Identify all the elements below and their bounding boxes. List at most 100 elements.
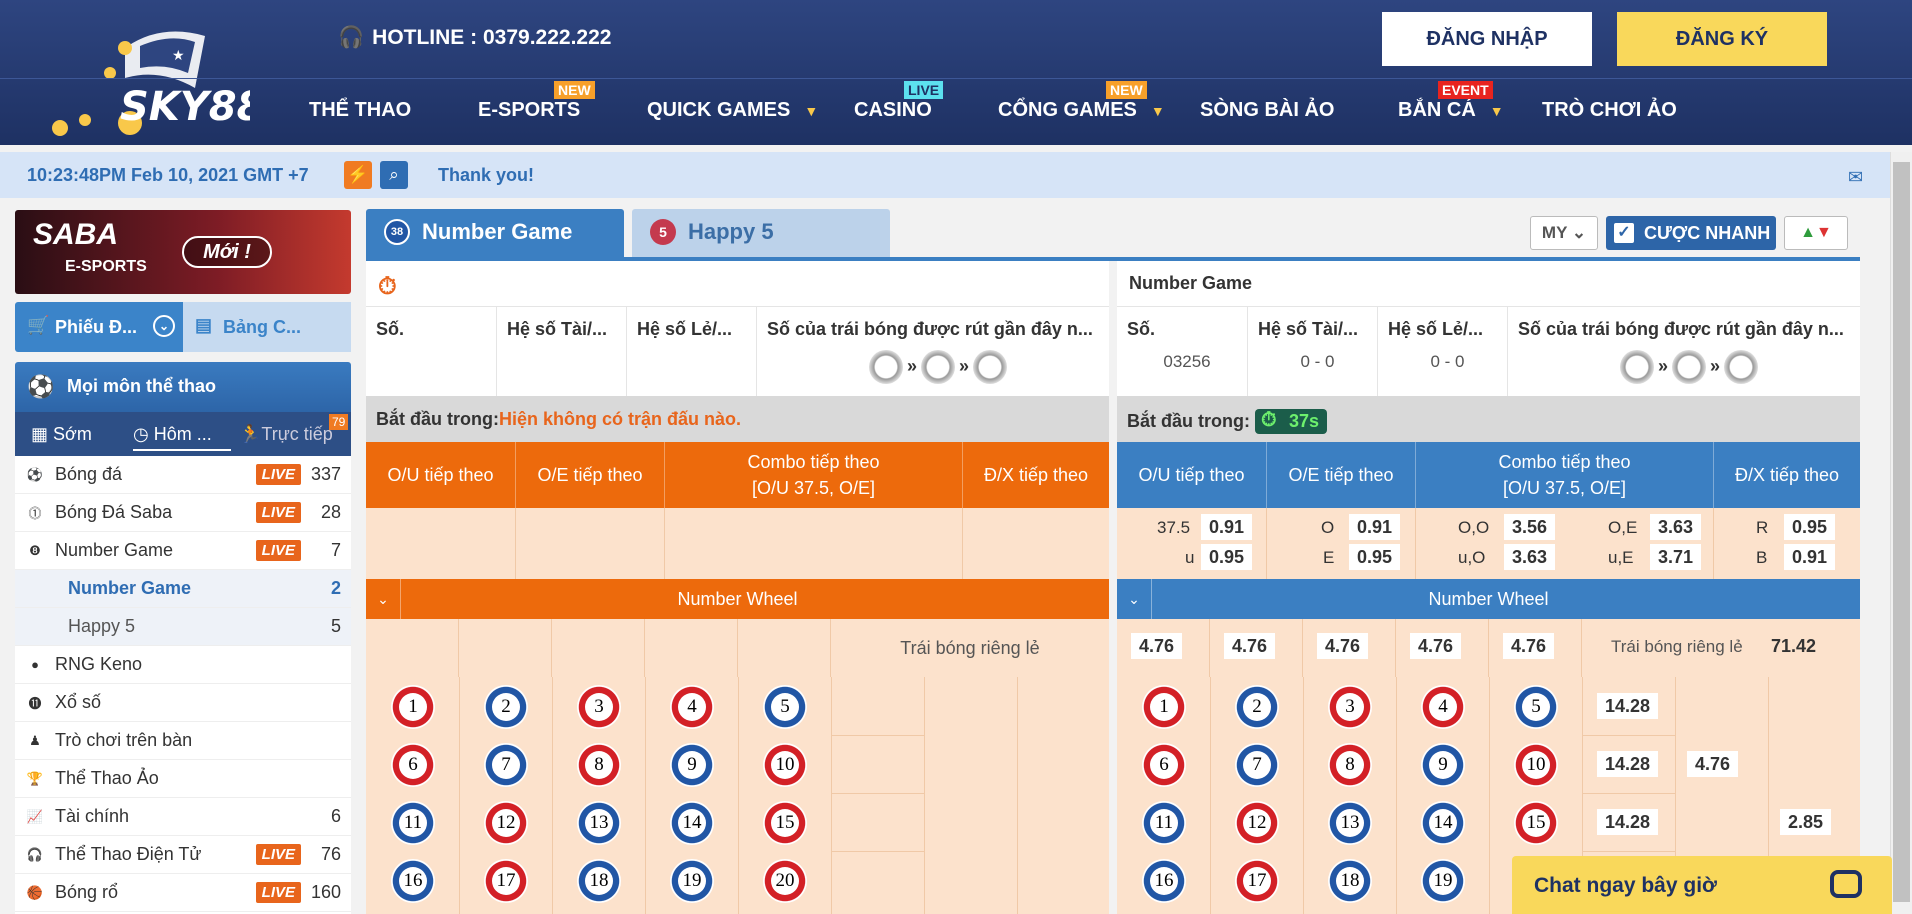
sport-item[interactable]: 🏀 Bóng rổ LIVE 160 bbox=[15, 874, 351, 912]
nav-cong-games[interactable]: NEW CỔNG GAMES ▼ bbox=[998, 81, 1165, 122]
number-ball[interactable]: 14 bbox=[1421, 801, 1465, 845]
number-ball[interactable]: 5 bbox=[1514, 685, 1558, 729]
nav-quick-games[interactable]: QUICK GAMES ▼ bbox=[647, 99, 818, 122]
sport-item[interactable]: ⚽ Bóng đá LIVE 337 bbox=[15, 456, 351, 494]
number-ball[interactable]: 8 bbox=[577, 743, 621, 787]
sport-item[interactable]: 🎧 Thể Thao Điện Tử LIVE 76 bbox=[15, 836, 351, 874]
wheel-odd[interactable]: 4.76 bbox=[1317, 633, 1369, 659]
wheel-odd[interactable]: 4.76 bbox=[1503, 633, 1555, 659]
number-ball[interactable]: 15 bbox=[1514, 801, 1558, 845]
number-ball[interactable]: 15 bbox=[763, 801, 807, 845]
register-button[interactable]: ĐĂNG KÝ bbox=[1617, 12, 1827, 66]
number-ball[interactable]: 18 bbox=[577, 859, 621, 903]
nav-casino[interactable]: LIVE CASINO bbox=[854, 81, 944, 122]
chevron-down-icon[interactable]: ⌄ bbox=[1117, 579, 1152, 619]
odd-under[interactable]: 0.95 bbox=[1201, 544, 1253, 570]
tab-number-game[interactable]: 38 Number Game bbox=[366, 209, 624, 257]
row-odd[interactable]: 14.28 bbox=[1597, 809, 1659, 835]
number-ball[interactable]: 19 bbox=[1421, 859, 1465, 903]
number-ball[interactable]: 8 bbox=[1328, 743, 1372, 787]
quick-bet-toggle[interactable]: ✓ CƯỢC NHANH bbox=[1606, 216, 1776, 250]
number-ball[interactable]: 13 bbox=[1328, 801, 1372, 845]
sort-icon[interactable]: ▲▼ bbox=[1784, 216, 1848, 250]
sport-item[interactable]: ❽ Number Game LIVE 7 bbox=[15, 532, 351, 570]
number-ball[interactable]: 6 bbox=[391, 743, 435, 787]
mail-icon[interactable]: ✉ bbox=[1848, 167, 1863, 188]
right-odd[interactable]: 2.85 bbox=[1780, 809, 1832, 835]
number-ball[interactable]: 3 bbox=[577, 685, 621, 729]
tab-bet-table[interactable]: ▤ Bảng C... bbox=[183, 302, 351, 352]
number-ball[interactable]: 11 bbox=[391, 801, 435, 845]
number-ball[interactable]: 7 bbox=[484, 743, 528, 787]
chevron-down-icon[interactable]: ⌄ bbox=[366, 579, 401, 619]
number-ball[interactable]: 13 bbox=[577, 801, 621, 845]
number-ball[interactable]: 7 bbox=[1235, 743, 1279, 787]
number-ball[interactable]: 3 bbox=[1328, 685, 1372, 729]
odd-combo-ue[interactable]: 3.71 bbox=[1650, 544, 1702, 570]
number-ball[interactable]: 20 bbox=[763, 859, 807, 903]
sport-item[interactable]: Happy 5 5 bbox=[15, 608, 351, 646]
nav-song-bai-ao[interactable]: SÒNG BÀI ẢO bbox=[1200, 99, 1334, 122]
number-ball[interactable]: 2 bbox=[1235, 685, 1279, 729]
nav-e-sports[interactable]: NEW E-SPORTS bbox=[478, 81, 595, 122]
number-ball[interactable]: 18 bbox=[1328, 859, 1372, 903]
odd-combo-uo[interactable]: 3.63 bbox=[1504, 544, 1556, 570]
number-ball[interactable]: 5 bbox=[763, 685, 807, 729]
number-ball[interactable]: 10 bbox=[1514, 743, 1558, 787]
odd-combo-oe[interactable]: 3.63 bbox=[1650, 514, 1702, 540]
sport-item[interactable]: ⓫ Xổ số bbox=[15, 684, 351, 722]
number-ball[interactable]: 1 bbox=[391, 685, 435, 729]
odd-red[interactable]: 0.95 bbox=[1784, 514, 1836, 540]
nav-tro-choi-ao[interactable]: TRÒ CHƠI ẢO bbox=[1542, 99, 1677, 122]
timer-history-icon[interactable]: ⏱ bbox=[378, 273, 397, 300]
number-ball[interactable]: 4 bbox=[1421, 685, 1465, 729]
number-ball[interactable]: 14 bbox=[670, 801, 714, 845]
search-icon[interactable]: ⌕ bbox=[380, 161, 408, 189]
number-wheel-bar[interactable]: ⌄ Number Wheel bbox=[1117, 579, 1860, 619]
saba-esports-banner[interactable]: SABA E-SPORTS Mới ! bbox=[15, 210, 351, 294]
odd-combo-oo[interactable]: 3.56 bbox=[1504, 514, 1556, 540]
number-ball[interactable]: 16 bbox=[391, 859, 435, 903]
tab-today[interactable]: ◷ Hôm ... bbox=[133, 424, 231, 451]
sport-item[interactable]: ● RNG Keno bbox=[15, 646, 351, 684]
number-wheel-bar[interactable]: ⌄ Number Wheel bbox=[366, 579, 1109, 619]
sport-item[interactable]: ⓵ Bóng Đá Saba LIVE 28 bbox=[15, 494, 351, 532]
wheel-odd[interactable]: 4.76 bbox=[1224, 633, 1276, 659]
tab-early[interactable]: ▦ Sớm bbox=[31, 424, 92, 445]
number-ball[interactable]: 9 bbox=[670, 743, 714, 787]
row-odd[interactable]: 14.28 bbox=[1597, 751, 1659, 777]
nav-ban-ca[interactable]: EVENT BẮN CÁ ▼ bbox=[1398, 81, 1504, 122]
odd-blue[interactable]: 0.91 bbox=[1784, 544, 1836, 570]
number-ball[interactable]: 12 bbox=[1235, 801, 1279, 845]
tab-happy-5[interactable]: 5 Happy 5 bbox=[632, 209, 890, 257]
number-ball[interactable]: 1 bbox=[1142, 685, 1186, 729]
number-ball[interactable]: 4 bbox=[670, 685, 714, 729]
wheel-odd[interactable]: 4.76 bbox=[1131, 633, 1183, 659]
number-ball[interactable]: 9 bbox=[1421, 743, 1465, 787]
sport-item[interactable]: Number Game 2 bbox=[15, 570, 351, 608]
checkbox-checked-icon[interactable]: ✓ bbox=[1614, 223, 1634, 243]
odd-odd[interactable]: 0.91 bbox=[1349, 514, 1401, 540]
number-ball[interactable]: 10 bbox=[763, 743, 807, 787]
odd-over[interactable]: 0.91 bbox=[1201, 514, 1253, 540]
mid-odd[interactable]: 4.76 bbox=[1687, 751, 1739, 777]
number-ball[interactable]: 16 bbox=[1142, 859, 1186, 903]
number-ball[interactable]: 12 bbox=[484, 801, 528, 845]
odds-type-select[interactable]: MY ⌄ bbox=[1530, 216, 1598, 250]
single-ball-odd[interactable]: 71.42 bbox=[1763, 633, 1824, 659]
number-ball[interactable]: 6 bbox=[1142, 743, 1186, 787]
login-button[interactable]: ĐĂNG NHẬP bbox=[1382, 12, 1592, 66]
tab-bet-slip[interactable]: 🛒 Phiếu Đ... ⌄ bbox=[15, 302, 183, 352]
number-ball[interactable]: 11 bbox=[1142, 801, 1186, 845]
nav-the-thao[interactable]: THỂ THAO bbox=[309, 99, 411, 122]
chat-widget[interactable]: Chat ngay bây giờ bbox=[1512, 856, 1892, 914]
wheel-odd[interactable]: 4.76 bbox=[1410, 633, 1462, 659]
all-sports-header[interactable]: ⚽ Mọi môn thể thao bbox=[15, 362, 351, 412]
number-ball[interactable]: 17 bbox=[484, 859, 528, 903]
row-odd[interactable]: 14.28 bbox=[1597, 693, 1659, 719]
odd-even[interactable]: 0.95 bbox=[1349, 544, 1401, 570]
number-ball[interactable]: 17 bbox=[1235, 859, 1279, 903]
chevron-down-icon[interactable]: ⌄ bbox=[153, 315, 175, 337]
sport-item[interactable]: 📈 Tài chính 6 bbox=[15, 798, 351, 836]
running-icon[interactable]: ⚡ bbox=[344, 161, 372, 189]
